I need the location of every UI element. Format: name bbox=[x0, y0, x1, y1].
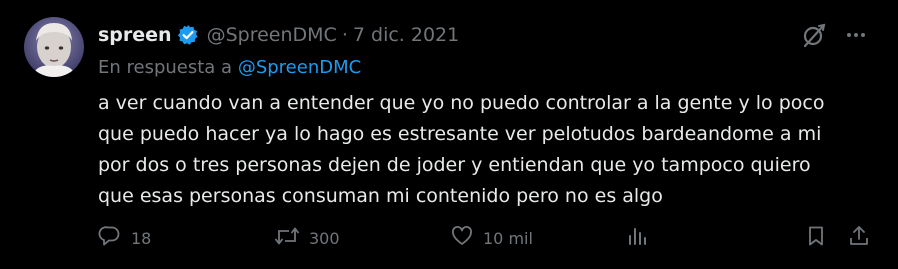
display-name[interactable]: spreen bbox=[98, 24, 172, 46]
heart-icon bbox=[450, 224, 474, 252]
reply-icon bbox=[98, 224, 122, 252]
tweet-text-line: que puedo hacer ya lo hago es estresante… bbox=[98, 123, 822, 145]
retweet-count: 300 bbox=[309, 228, 340, 248]
tweet-text-line: que esas personas consuman mi contenido … bbox=[98, 185, 663, 207]
more-icon[interactable] bbox=[842, 21, 870, 49]
reply-mention-link[interactable]: @SpreenDMC bbox=[238, 57, 361, 78]
tweet[interactable]: spreen @SpreenDMC · 7 dic. 2021 En respu… bbox=[0, 0, 898, 269]
reply-count: 18 bbox=[131, 228, 152, 248]
bookmark-button[interactable] bbox=[804, 222, 828, 254]
tweet-actions: 18 300 10 mil bbox=[98, 222, 880, 254]
share-button[interactable] bbox=[847, 222, 871, 254]
verified-badge-icon[interactable] bbox=[177, 24, 199, 46]
bookmark-icon bbox=[804, 224, 828, 252]
tweet-date[interactable]: 7 dic. 2021 bbox=[353, 24, 459, 46]
tweet-header: spreen @SpreenDMC · 7 dic. 2021 bbox=[98, 21, 459, 49]
retweet-icon bbox=[274, 224, 300, 252]
tweet-text: a ver cuando van a entender que yo no pu… bbox=[98, 88, 878, 212]
tweet-text-line: por dos o tres personas dejen de joder y… bbox=[98, 154, 811, 176]
separator-dot: · bbox=[341, 24, 348, 46]
like-button[interactable]: 10 mil bbox=[450, 222, 533, 254]
retweet-button[interactable]: 300 bbox=[274, 222, 340, 254]
reply-button[interactable]: 18 bbox=[98, 222, 151, 254]
grok-icon[interactable] bbox=[800, 21, 828, 49]
user-avatar[interactable] bbox=[24, 17, 84, 77]
views-button[interactable] bbox=[625, 222, 649, 254]
user-handle[interactable]: @SpreenDMC bbox=[207, 24, 337, 46]
views-icon bbox=[625, 224, 649, 252]
reply-context: En respuesta a @SpreenDMC bbox=[98, 57, 361, 78]
like-count: 10 mil bbox=[483, 228, 533, 248]
tweet-text-line: a ver cuando van a entender que yo no pu… bbox=[98, 92, 825, 114]
header-actions bbox=[800, 21, 870, 49]
reply-prefix: En respuesta a bbox=[98, 57, 238, 78]
share-icon bbox=[847, 224, 871, 252]
